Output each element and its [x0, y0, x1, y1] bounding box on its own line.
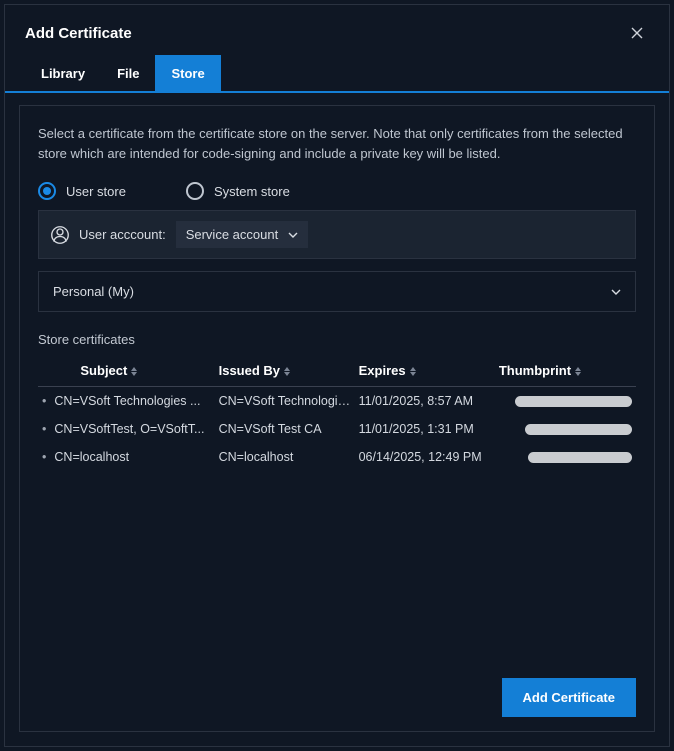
panel-description: Select a certificate from the certificat… — [38, 124, 636, 164]
tab-library[interactable]: Library — [25, 55, 101, 91]
store-scope-radios: User store System store — [38, 182, 636, 200]
store-certificates-label: Store certificates — [38, 332, 636, 347]
cell-issued-by: CN=VSoft Technologies ... — [215, 387, 355, 416]
radio-label: System store — [214, 184, 290, 199]
cell-expires: 11/01/2025, 1:31 PM — [355, 415, 495, 443]
store-select-value: Personal (My) — [53, 284, 611, 299]
close-icon — [631, 27, 643, 39]
store-panel: Select a certificate from the certificat… — [19, 105, 655, 732]
dialog-title: Add Certificate — [25, 25, 625, 42]
col-subject[interactable]: Subject — [50, 357, 214, 387]
add-certificate-button[interactable]: Add Certificate — [502, 678, 636, 717]
row-bullet-icon: • — [38, 443, 50, 471]
certificates-table: Subject Issued By Expires Thumbprint • C… — [38, 357, 636, 471]
cell-expires: 06/14/2025, 12:49 PM — [355, 443, 495, 471]
radio-checked-icon — [38, 182, 56, 200]
account-label: User acccount: — [79, 227, 166, 242]
dialog-footer: Add Certificate — [38, 664, 636, 717]
account-select[interactable]: Service account — [176, 221, 309, 248]
col-issued-by[interactable]: Issued By — [215, 357, 355, 387]
chevron-down-icon — [611, 287, 621, 297]
chevron-down-icon — [288, 230, 298, 240]
cell-subject: CN=VSoftTest, O=VSoftT... — [50, 415, 214, 443]
cell-issued-by: CN=VSoft Test CA — [215, 415, 355, 443]
col-thumbprint[interactable]: Thumbprint — [495, 357, 636, 387]
certificate-store-select[interactable]: Personal (My) — [38, 271, 636, 312]
row-bullet-icon: • — [38, 415, 50, 443]
table-header-row: Subject Issued By Expires Thumbprint — [38, 357, 636, 387]
user-icon — [51, 226, 69, 244]
add-certificate-dialog: Add Certificate Library File Store Selec… — [4, 4, 670, 747]
close-button[interactable] — [625, 21, 649, 45]
cell-subject: CN=localhost — [50, 443, 214, 471]
cell-thumbprint — [495, 443, 636, 471]
account-value: Service account — [186, 227, 279, 242]
cell-subject: CN=VSoft Technologies ... — [50, 387, 214, 416]
row-bullet-icon: • — [38, 387, 50, 416]
cell-thumbprint — [495, 387, 636, 416]
table-row[interactable]: • CN=localhost CN=localhost 06/14/2025, … — [38, 443, 636, 471]
user-account-bar: User acccount: Service account — [38, 210, 636, 259]
cell-expires: 11/01/2025, 8:57 AM — [355, 387, 495, 416]
radio-user-store[interactable]: User store — [38, 182, 126, 200]
tab-file[interactable]: File — [101, 55, 155, 91]
cell-thumbprint — [495, 415, 636, 443]
table-row[interactable]: • CN=VSoftTest, O=VSoftT... CN=VSoft Tes… — [38, 415, 636, 443]
col-expires[interactable]: Expires — [355, 357, 495, 387]
radio-label: User store — [66, 184, 126, 199]
table-row[interactable]: • CN=VSoft Technologies ... CN=VSoft Tec… — [38, 387, 636, 416]
dialog-header: Add Certificate — [5, 5, 669, 55]
tab-bar: Library File Store — [5, 55, 669, 93]
radio-unchecked-icon — [186, 182, 204, 200]
radio-system-store[interactable]: System store — [186, 182, 290, 200]
tab-store[interactable]: Store — [155, 55, 220, 91]
cell-issued-by: CN=localhost — [215, 443, 355, 471]
